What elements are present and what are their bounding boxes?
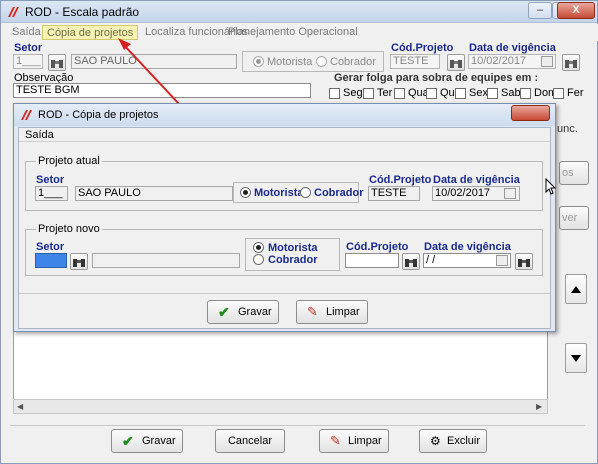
copia-projetos-dialog: ROD - Cópia de projetos Saída Projeto at… <box>13 103 556 332</box>
atual-motorista-radio[interactable] <box>240 187 251 198</box>
dialog-limpar-label: Limpar <box>326 306 360 318</box>
projeto-atual-title: Projeto atual <box>36 155 102 167</box>
atual-cobrador-label: Cobrador <box>314 187 364 199</box>
novo-motorista-radio[interactable] <box>253 242 264 253</box>
binoculars-icon <box>405 259 417 267</box>
eraser-icon: ✎ <box>307 304 318 319</box>
dialog-close-button[interactable] <box>511 105 550 121</box>
atual-data-label: Data de vigência <box>433 174 520 186</box>
novo-calendar-icon[interactable] <box>496 255 508 266</box>
dialog-gravar-label: Gravar <box>238 306 272 318</box>
atual-setor-name: SAO PAULO <box>75 186 233 201</box>
novo-data-label: Data de vigência <box>424 241 511 253</box>
novo-cobrador-radio[interactable] <box>253 254 264 265</box>
dialog-body: Saída Projeto atual Setor 1___ SAO PAULO… <box>18 127 551 329</box>
atual-setor-code: 1___ <box>35 186 68 201</box>
mouse-cursor-icon <box>545 178 557 195</box>
atual-setor-label: Setor <box>36 174 65 186</box>
dialog-limpar-button[interactable]: ✎ Limpar <box>296 300 368 324</box>
projeto-novo-title: Projeto novo <box>36 223 102 235</box>
novo-setor-search-button[interactable] <box>70 253 88 270</box>
novo-setor-code[interactable] <box>35 253 67 268</box>
binoculars-icon <box>73 259 85 267</box>
atual-cod-field: TESTE <box>368 186 420 201</box>
check-icon: ✔ <box>218 304 230 320</box>
binoculars-icon <box>518 259 530 267</box>
novo-cod-field[interactable] <box>345 253 399 268</box>
dialog-separator <box>19 293 550 294</box>
novo-setor-label: Setor <box>36 241 65 253</box>
dialog-logo-icon <box>21 110 32 120</box>
novo-cod-search-button[interactable] <box>402 253 420 270</box>
dialog-gravar-button[interactable]: ✔ Gravar <box>207 300 279 324</box>
novo-cod-label: Cód.Projeto <box>346 241 409 253</box>
dialog-menu-bar: Saída <box>19 128 550 142</box>
atual-cod-label: Cód.Projeto <box>369 174 432 186</box>
atual-calendar-icon[interactable] <box>504 188 516 199</box>
dialog-menu-saida[interactable]: Saída <box>25 129 54 141</box>
novo-cobrador-label: Cobrador <box>268 254 318 266</box>
novo-motorista-label: Motorista <box>268 242 318 254</box>
atual-motorista-label: Motorista <box>254 187 304 199</box>
atual-cobrador-radio[interactable] <box>300 187 311 198</box>
dialog-title: ROD - Cópia de projetos <box>38 109 159 121</box>
novo-setor-name <box>92 253 240 268</box>
dialog-title-bar: ROD - Cópia de projetos <box>14 104 555 126</box>
novo-data-search-button[interactable] <box>515 253 533 270</box>
